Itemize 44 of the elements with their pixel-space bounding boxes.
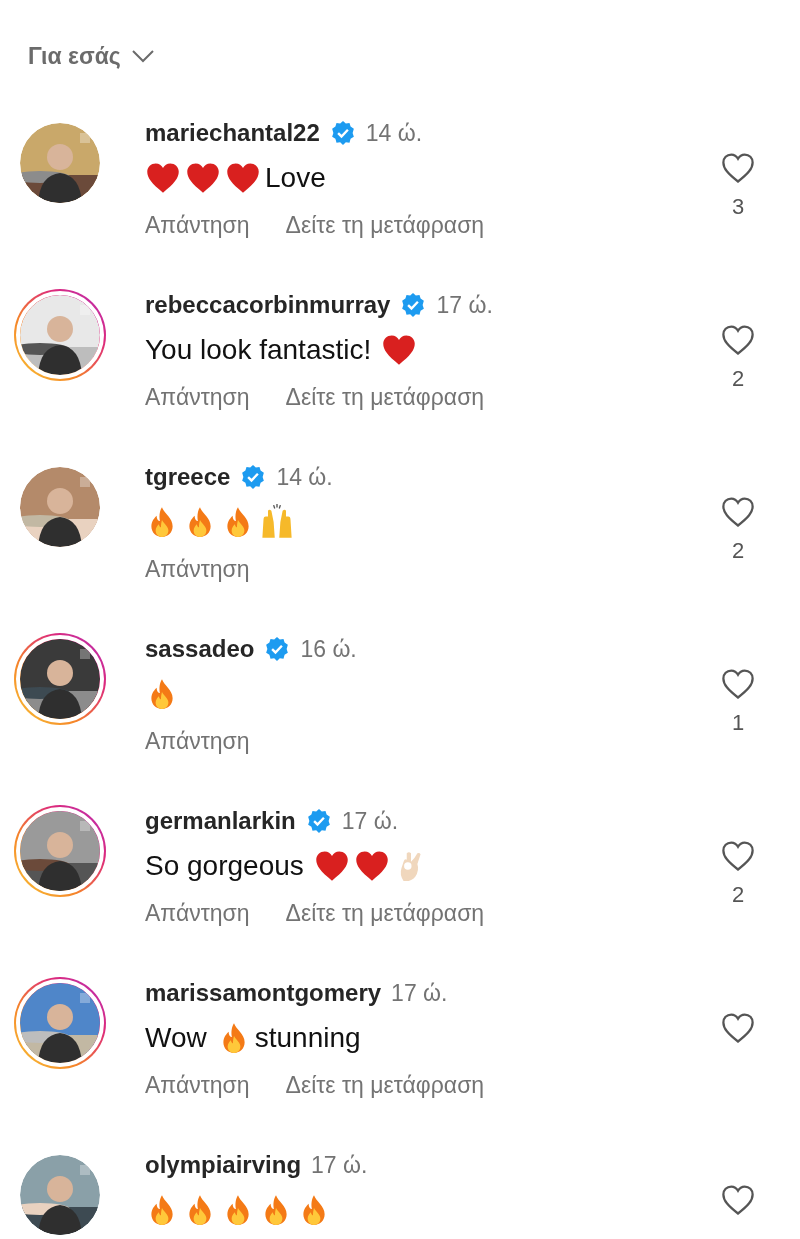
comment-action-link[interactable]: Δείτε τη μετάφραση — [285, 899, 485, 927]
comment-action-link[interactable]: Απάντηση — [145, 899, 250, 927]
like-heart-icon[interactable] — [720, 494, 756, 530]
comment-action-link[interactable]: Δείτε τη μετάφραση — [285, 1071, 485, 1099]
username[interactable]: germanlarkin — [145, 807, 296, 835]
like-heart-icon[interactable] — [720, 1010, 756, 1046]
comment-time: 17 ώ. — [391, 979, 448, 1007]
comment-action-link[interactable]: Δείτε τη μετάφραση — [285, 211, 485, 239]
comment-time: 17 ώ. — [341, 807, 399, 835]
comment-time: 14 ώ. — [276, 463, 333, 491]
filter-label[interactable]: Για εσάς — [28, 42, 121, 70]
like-count: 1 — [731, 710, 745, 736]
comment-action-link[interactable]: Απάντηση — [145, 211, 250, 239]
username[interactable]: tgreece — [145, 463, 231, 491]
comment-time: 14 ώ. — [365, 119, 423, 147]
comment-action-link[interactable]: Δείτε τη μετάφραση — [285, 383, 485, 411]
comment-action-link[interactable]: Απάντηση — [145, 555, 250, 583]
like-count: 3 — [731, 194, 745, 220]
comment-text: So gorgeous — [145, 850, 304, 882]
comment-text: stunning — [254, 1022, 361, 1054]
comment-text: Love — [265, 162, 326, 194]
comment-text: You look fantastic! — [145, 334, 372, 366]
username[interactable]: mariechantal22 — [145, 119, 320, 147]
like-heart-icon[interactable] — [720, 838, 756, 874]
comment-action-link[interactable]: Απάντηση — [145, 383, 250, 411]
like-heart-icon[interactable] — [720, 666, 756, 702]
username[interactable]: marissamontgomery — [145, 979, 382, 1007]
comment-time: 17 ώ. — [436, 291, 493, 319]
comment-action-link[interactable]: Απάντηση — [145, 1071, 250, 1099]
like-count: 2 — [731, 366, 745, 392]
like-count: 2 — [731, 538, 745, 564]
username[interactable]: sassadeo — [145, 635, 255, 663]
username[interactable]: rebeccacorbinmurray — [145, 291, 391, 319]
comment-time: 17 ώ. — [311, 1151, 368, 1179]
like-heart-icon[interactable] — [720, 322, 756, 358]
raised-hands-icon — [259, 504, 295, 540]
chevron-down-icon[interactable] — [130, 49, 155, 63]
username[interactable]: olympiairving — [145, 1151, 302, 1179]
comment-action-link[interactable]: Απάντηση — [145, 727, 250, 755]
comment-text: Wow — [145, 1022, 207, 1054]
like-heart-icon[interactable] — [720, 150, 756, 186]
like-count: 2 — [731, 882, 745, 908]
comment-time: 16 ώ. — [300, 635, 357, 663]
like-heart-icon[interactable] — [720, 1182, 756, 1218]
